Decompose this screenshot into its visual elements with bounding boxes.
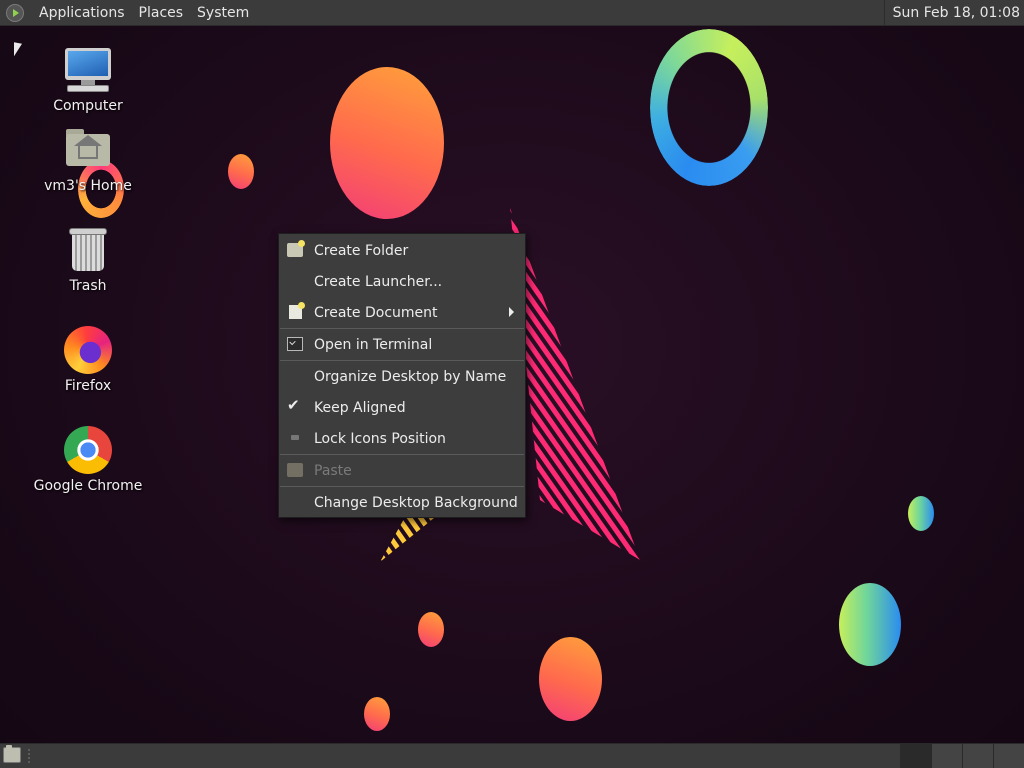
panel-handle[interactable] bbox=[27, 748, 31, 764]
desktop-icon-label: Firefox bbox=[64, 378, 112, 394]
menu-item-label: Change Desktop Background bbox=[314, 494, 518, 511]
show-desktop-icon[interactable] bbox=[3, 745, 21, 763]
wallpaper-orb bbox=[330, 67, 444, 219]
menu-applications[interactable]: Applications bbox=[32, 5, 132, 21]
menu-item-create-document[interactable]: Create Document bbox=[279, 297, 525, 328]
menu-item-create-folder[interactable]: Create Folder bbox=[279, 235, 525, 266]
wallpaper-orb bbox=[908, 496, 934, 531]
desktop-icon-home[interactable]: vm3's Home bbox=[33, 125, 143, 194]
trash-icon bbox=[63, 225, 113, 275]
wallpaper-orb bbox=[228, 154, 254, 189]
workspace-4[interactable] bbox=[993, 744, 1024, 768]
menu-item-label: Organize Desktop by Name bbox=[314, 368, 507, 385]
desktop-icon-label: Google Chrome bbox=[33, 478, 143, 494]
menu-item-change-background[interactable]: Change Desktop Background bbox=[279, 487, 525, 518]
firefox-icon bbox=[63, 325, 113, 375]
desktop-icon-computer[interactable]: Computer bbox=[33, 45, 143, 114]
menu-item-open-terminal[interactable]: Open in Terminal bbox=[279, 329, 525, 360]
menu-item-lock-icons[interactable]: Lock Icons Position bbox=[279, 423, 525, 454]
chrome-icon bbox=[63, 425, 113, 475]
wallpaper-orb bbox=[839, 583, 901, 666]
menu-item-label: Lock Icons Position bbox=[314, 430, 446, 447]
wallpaper-orb bbox=[418, 612, 444, 647]
lock-icon bbox=[291, 435, 299, 440]
menu-item-label: Paste bbox=[314, 462, 352, 479]
document-new-icon bbox=[289, 302, 305, 319]
menu-item-organize-by-name[interactable]: Organize Desktop by Name bbox=[279, 361, 525, 392]
workspace-3[interactable] bbox=[962, 744, 993, 768]
folder-new-icon bbox=[287, 240, 305, 257]
desktop-context-menu: Create Folder Create Launcher... Create … bbox=[278, 233, 526, 518]
mouse-cursor-icon bbox=[14, 42, 22, 58]
menu-places[interactable]: Places bbox=[132, 5, 191, 21]
menu-item-label: Create Launcher... bbox=[314, 273, 443, 290]
wallpaper-orb bbox=[364, 697, 390, 731]
workspace-2[interactable] bbox=[931, 744, 962, 768]
check-icon: ✔ bbox=[287, 396, 300, 414]
menu-item-label: Create Document bbox=[314, 304, 438, 321]
top-panel: Applications Places System Sun Feb 18, 0… bbox=[0, 0, 1024, 26]
workspace-1[interactable] bbox=[900, 744, 931, 768]
clock[interactable]: Sun Feb 18, 01:08 bbox=[883, 0, 1024, 25]
desktop-icon-label: vm3's Home bbox=[44, 178, 132, 194]
menu-item-paste: Paste bbox=[279, 455, 525, 486]
submenu-arrow-icon bbox=[509, 307, 514, 317]
bottom-panel bbox=[0, 743, 1024, 768]
desktop-icon-label: Trash bbox=[69, 278, 107, 294]
paste-icon bbox=[287, 463, 303, 477]
workspace-switcher bbox=[900, 744, 1024, 768]
computer-icon bbox=[63, 45, 113, 95]
menu-item-keep-aligned[interactable]: ✔ Keep Aligned bbox=[279, 392, 525, 423]
menu-item-label: Create Folder bbox=[314, 242, 409, 259]
desktop-icon-trash[interactable]: Trash bbox=[33, 225, 143, 294]
terminal-icon bbox=[287, 337, 303, 351]
desktop-icon-label: Computer bbox=[53, 98, 123, 114]
menu-item-create-launcher[interactable]: Create Launcher... bbox=[279, 266, 525, 297]
mate-logo-icon[interactable] bbox=[6, 3, 24, 22]
menu-item-label: Keep Aligned bbox=[314, 399, 406, 416]
menu-system[interactable]: System bbox=[190, 5, 256, 21]
menu-item-label: Open in Terminal bbox=[314, 336, 433, 353]
desktop-icon-firefox[interactable]: Firefox bbox=[33, 325, 143, 394]
desktop-icon-chrome[interactable]: Google Chrome bbox=[33, 425, 143, 494]
wallpaper-ring bbox=[650, 29, 768, 186]
clock-label: Sun Feb 18, 01:08 bbox=[892, 4, 1020, 21]
home-folder-icon bbox=[63, 125, 113, 175]
wallpaper-orb bbox=[539, 637, 602, 721]
